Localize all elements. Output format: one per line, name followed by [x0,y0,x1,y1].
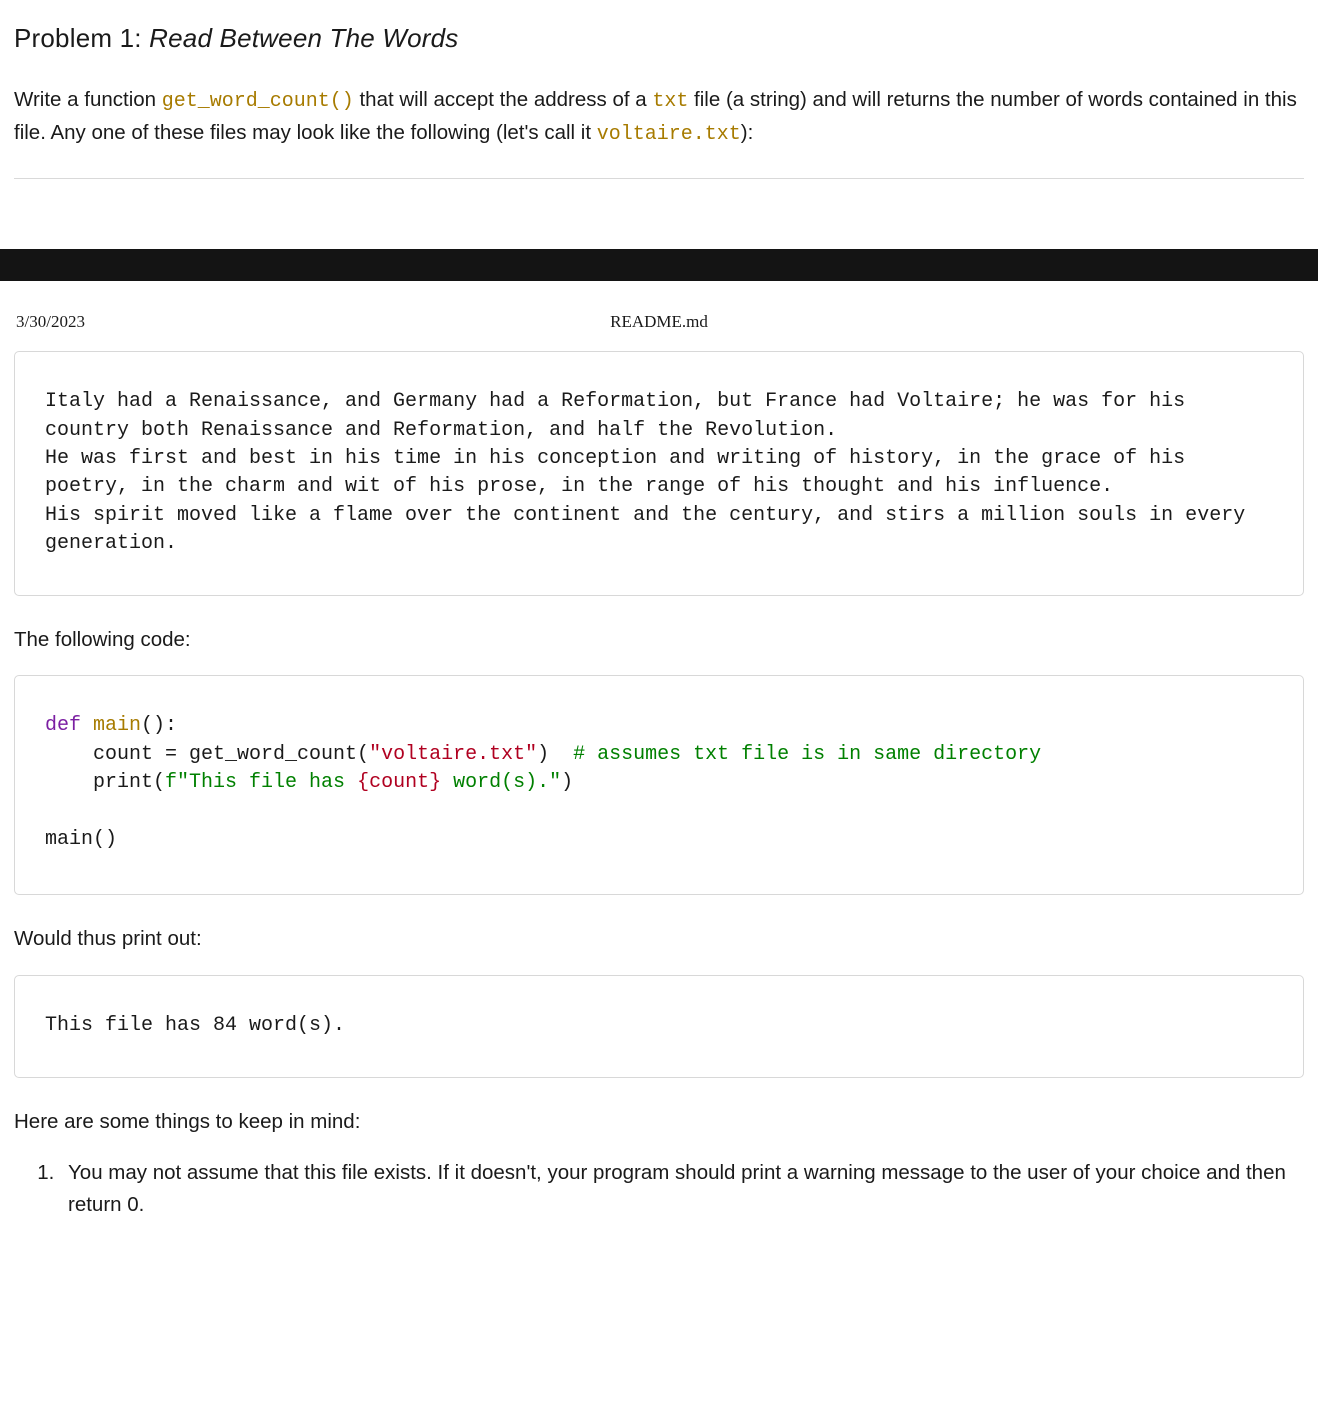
code-inline-ext: txt [652,90,688,113]
code-inline-filename: voltaire.txt [597,123,741,146]
document-page: 3/30/2023 README.md Italy had a Renaissa… [0,281,1318,1265]
page-header: 3/30/2023 README.md [14,309,1304,333]
code-text: main() [45,828,117,851]
code-fstring: word(s)." [441,771,561,794]
list-item: You may not assume that this file exists… [60,1157,1304,1221]
output-block: This file has 84 word(s). [14,975,1304,1077]
page-divider-band [0,249,1318,281]
intro-text: that will accept the address of a [354,88,653,111]
header-filename: README.md [610,309,708,335]
paragraph: Here are some things to keep in mind: [14,1106,1304,1138]
horizontal-rule [14,178,1304,179]
code-function: main [81,714,141,737]
code-block: def main(): count = get_word_count("volt… [14,675,1304,895]
problem-name: Read Between The Words [149,23,458,53]
code-text: (): [141,714,177,737]
document-page: Problem 1: Read Between The Words Write … [0,0,1318,219]
header-date: 3/30/2023 [16,309,85,335]
code-string: "voltaire.txt" [369,743,537,766]
paragraph: Would thus print out: [14,923,1304,955]
intro-paragraph: Write a function get_word_count() that w… [14,84,1304,150]
code-interp: {count} [357,771,441,794]
code-comment: # assumes txt file is in same directory [573,743,1041,766]
intro-text: ): [741,121,754,144]
code-text: ) [537,743,573,766]
code-fstring: f"This file has [165,771,357,794]
notes-list: You may not assume that this file exists… [60,1157,1304,1221]
intro-text: Write a function [14,88,162,111]
code-inline-function: get_word_count() [162,90,354,113]
sample-text-block: Italy had a Renaissance, and Germany had… [14,351,1304,595]
code-text: print( [45,771,165,794]
code-text: ) [561,771,573,794]
problem-label: Problem 1: [14,23,142,53]
code-keyword: def [45,714,81,737]
paragraph: The following code: [14,624,1304,656]
problem-title: Problem 1: Read Between The Words [14,18,1304,58]
code-text: count = get_word_count( [45,743,369,766]
